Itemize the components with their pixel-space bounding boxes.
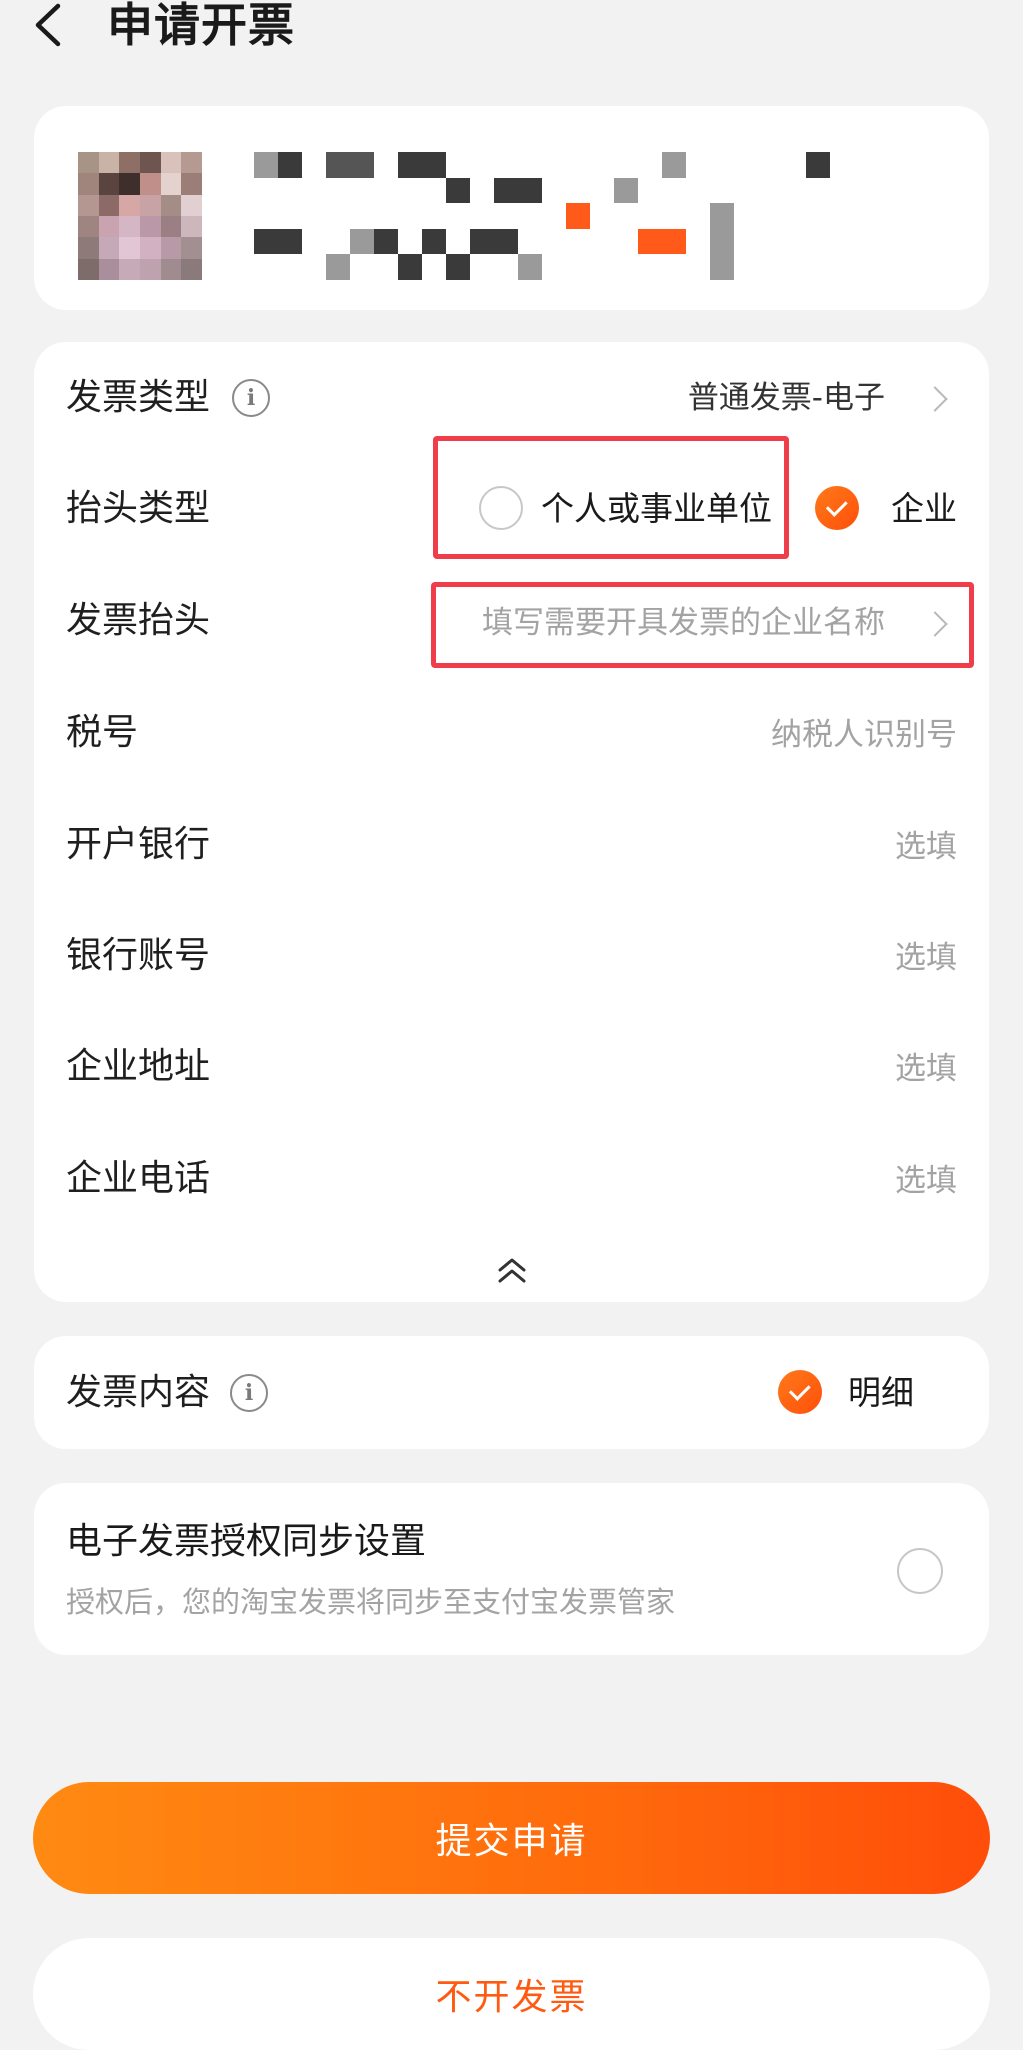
- option-individual-label[interactable]: 个人或事业单位: [541, 487, 772, 531]
- bank-account-input[interactable]: 选填: [895, 936, 957, 980]
- info-icon[interactable]: i: [230, 1374, 268, 1412]
- page-title: 申请开票: [107, 0, 295, 52]
- sync-settings-card: [34, 1483, 989, 1655]
- radio-individual[interactable]: [479, 486, 523, 530]
- sync-toggle[interactable]: [897, 1548, 943, 1594]
- invoice-type-value[interactable]: 普通发票-电子: [688, 376, 885, 420]
- address-label: 企业地址: [66, 1046, 211, 1087]
- shop-name-pixelated: [230, 152, 830, 280]
- chevron-left-icon: [35, 3, 61, 47]
- phone-input[interactable]: 选填: [895, 1159, 957, 1203]
- title-type-label: 抬头类型: [66, 488, 211, 529]
- submit-button[interactable]: 提交申请: [33, 1782, 990, 1894]
- phone-label: 企业电话: [66, 1158, 211, 1199]
- collapse-button[interactable]: [494, 1256, 530, 1286]
- bank-label: 开户银行: [66, 824, 211, 865]
- sync-title: 电子发票授权同步设置: [66, 1521, 427, 1562]
- tax-id-input[interactable]: 纳税人识别号: [771, 713, 957, 757]
- double-chevron-up-icon: [498, 1258, 526, 1283]
- address-input[interactable]: 选填: [895, 1047, 957, 1091]
- back-button[interactable]: [30, 0, 90, 50]
- invoice-title-label: 发票抬头: [66, 600, 211, 641]
- tax-id-label: 税号: [66, 712, 139, 753]
- radio-detail[interactable]: [778, 1370, 822, 1414]
- invoice-title-input[interactable]: 填写需要开具发票的企业名称: [482, 601, 885, 645]
- bank-input[interactable]: 选填: [895, 825, 957, 869]
- option-enterprise-label[interactable]: 企业: [891, 487, 957, 531]
- check-icon: [788, 1378, 811, 1401]
- invoice-content-label: 发票内容: [66, 1372, 211, 1413]
- sync-description: 授权后，您的淘宝发票将同步至支付宝发票管家: [66, 1585, 676, 1619]
- check-icon: [825, 494, 848, 517]
- info-icon[interactable]: i: [232, 379, 270, 417]
- skip-invoice-button[interactable]: 不开发票: [33, 1938, 990, 2050]
- radio-enterprise[interactable]: [815, 486, 859, 530]
- bank-account-label: 银行账号: [66, 935, 211, 976]
- invoice-type-label: 发票类型: [66, 377, 211, 418]
- shop-avatar: [78, 152, 202, 280]
- option-detail-label[interactable]: 明细: [848, 1371, 914, 1415]
